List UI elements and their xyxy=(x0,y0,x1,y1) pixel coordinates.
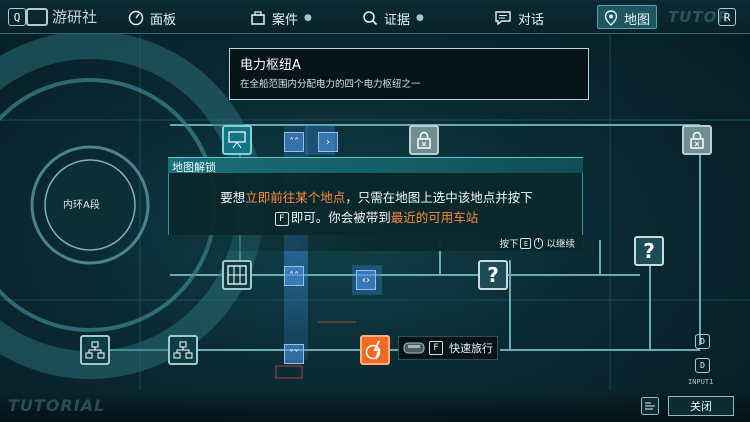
ring-section-label: 内环A段 xyxy=(63,200,100,211)
tab-evidence[interactable]: 证据 ● xyxy=(362,8,424,28)
mouse-icon xyxy=(534,237,544,249)
tutorial-popup: 地图解锁 要想立即前往某个地点，只需在地图上选中该地点并按下 F 即可。你会被带到… xyxy=(168,157,583,251)
side-key-1: D xyxy=(695,334,710,349)
continue-hint[interactable]: 按下 E 以继续 xyxy=(499,236,575,250)
network-icon xyxy=(85,341,105,359)
map-pin-icon xyxy=(604,10,618,26)
bottom-bar xyxy=(0,390,750,422)
top-nav-bar: Q 游研社 面板 案件 ● 证据 ● 对话 地图 TUTOR R xyxy=(0,0,750,34)
lock-icon xyxy=(690,131,704,149)
popup-footer: 按下 E 以继续 xyxy=(168,235,583,251)
map-node-unknown-1[interactable]: ? xyxy=(634,236,664,266)
popup-body: 要想立即前往某个地点，只需在地图上选中该地点并按下 F 即可。你会被带到最近的可用… xyxy=(168,173,583,235)
location-title: 电力枢纽A xyxy=(240,58,301,73)
map-node-network-2[interactable] xyxy=(168,335,198,365)
prev-tab-key[interactable]: Q xyxy=(8,8,26,26)
ghost-tutorial-text: TUTORIAL xyxy=(8,396,106,415)
continue-key: E xyxy=(520,237,532,249)
network-icon xyxy=(173,341,193,359)
map-screen: Q 游研社 面板 案件 ● 证据 ● 对话 地图 TUTOR R 内环A段 ˄˄… xyxy=(0,0,750,422)
map-node-station[interactable] xyxy=(222,125,252,155)
location-info-panel: 电力枢纽A 在全船范围内分配电力的四个电力枢纽之一 xyxy=(229,48,589,100)
close-button[interactable]: 关闭 xyxy=(668,396,734,416)
map-node-unknown-2[interactable]: ? xyxy=(478,260,508,290)
search-icon xyxy=(363,11,378,26)
popup-header: 地图解锁 xyxy=(168,157,583,174)
chat-icon xyxy=(495,11,511,26)
station-icon xyxy=(228,131,246,149)
beam-chevron-right: › xyxy=(318,132,338,152)
popup-line-1: 要想立即前往某个地点，只需在地图上选中该地点并按下 xyxy=(220,190,533,205)
map-node-grid[interactable] xyxy=(222,260,252,290)
fast-travel-key: F xyxy=(429,341,443,355)
beam-chevron-up-2: ˄˄ xyxy=(284,266,304,286)
popup-line-2: F 即可。你会被带到最近的可用车站 xyxy=(169,207,584,226)
input-label: INPUT1 xyxy=(688,378,714,386)
question-icon: ? xyxy=(487,263,499,287)
beam-chevron-up: ˄˄ xyxy=(284,132,304,152)
question-icon: ? xyxy=(643,239,655,263)
location-description: 在全船范围内分配电力的四个电力枢纽之一 xyxy=(240,79,421,90)
beam-chevron-sides: ‹› xyxy=(356,270,376,290)
menu-toggle-icon[interactable] xyxy=(641,397,659,415)
map-node-power-hub-a[interactable] xyxy=(360,335,390,365)
fast-travel-prompt[interactable]: F 快速旅行 xyxy=(398,336,498,360)
tab-dialogue[interactable]: 对话 xyxy=(494,8,544,28)
grid-room-icon xyxy=(227,265,247,285)
watermark-logo-icon xyxy=(26,7,48,26)
train-icon xyxy=(403,342,425,354)
tab-map[interactable]: 地图 xyxy=(604,8,650,28)
popup-f-key: F xyxy=(274,211,289,226)
beam-chevron-down: ˅˅ xyxy=(284,344,304,364)
lock-icon xyxy=(417,131,431,149)
map-node-network-1[interactable] xyxy=(80,335,110,365)
tab-cases[interactable]: 案件 ● xyxy=(250,8,312,28)
case-icon xyxy=(251,11,265,25)
side-key-2: D xyxy=(695,358,710,373)
map-node-locked-2[interactable] xyxy=(682,125,712,155)
power-hub-icon xyxy=(365,340,381,360)
tab-dashboard[interactable]: 面板 xyxy=(128,8,176,28)
dashboard-icon xyxy=(128,10,144,26)
map-node-locked-1[interactable] xyxy=(409,125,439,155)
next-tab-key[interactable]: R xyxy=(718,8,736,26)
evidence-dot-icon: ● xyxy=(416,13,424,23)
watermark: 游研社 xyxy=(26,6,97,27)
case-dot-icon: ● xyxy=(304,13,312,23)
